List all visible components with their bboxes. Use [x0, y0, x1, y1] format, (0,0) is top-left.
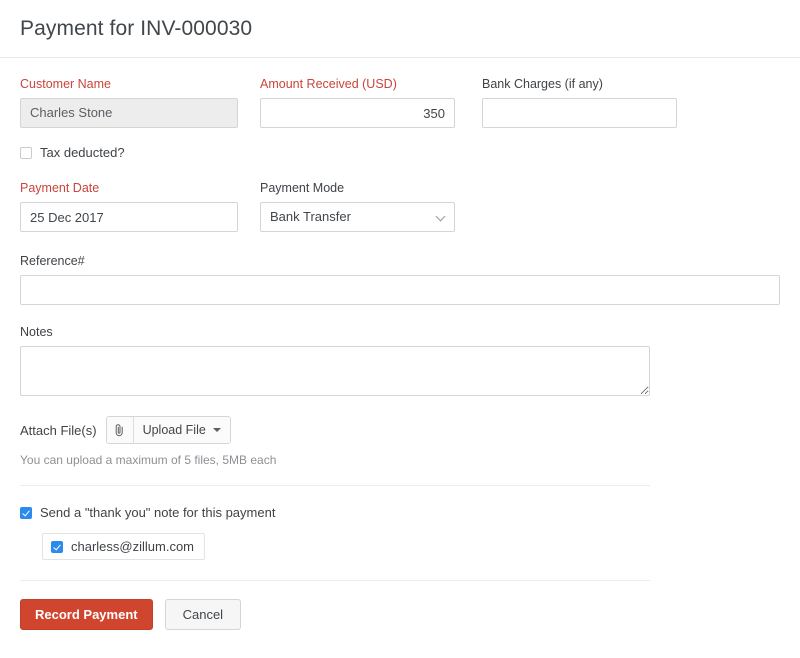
- tax-deducted-label: Tax deducted?: [40, 145, 125, 160]
- upload-button-group[interactable]: Upload File: [106, 416, 231, 444]
- thank-you-email-label: charless@zillum.com: [71, 539, 194, 554]
- amount-received-label: Amount Received (USD): [260, 76, 455, 92]
- attach-file-label: Attach File(s): [20, 423, 97, 438]
- field-amount-received: Amount Received (USD): [260, 76, 455, 128]
- notes-label: Notes: [20, 324, 780, 340]
- divider-above-thank-you: [20, 485, 650, 486]
- paperclip-icon[interactable]: [107, 417, 134, 443]
- form-row-payment: Payment Date Payment Mode Bank Transfer: [20, 180, 780, 232]
- notes-textarea[interactable]: [20, 346, 650, 396]
- thank-you-email-checkbox[interactable]: [51, 541, 63, 553]
- form-footer: Record Payment Cancel: [20, 599, 780, 630]
- field-notes: Notes: [20, 324, 780, 396]
- field-payment-mode: Payment Mode Bank Transfer: [260, 180, 455, 232]
- thank-you-checkbox[interactable]: [20, 507, 32, 519]
- caret-down-icon: [213, 428, 221, 432]
- thank-you-label: Send a "thank you" note for this payment: [40, 505, 275, 520]
- cancel-button[interactable]: Cancel: [165, 599, 241, 630]
- form-row-amounts: Customer Name Charles Stone Amount Recei…: [20, 76, 780, 128]
- payment-mode-label: Payment Mode: [260, 180, 455, 196]
- bank-charges-label: Bank Charges (if any): [482, 76, 677, 92]
- payment-form: Customer Name Charles Stone Amount Recei…: [0, 58, 800, 630]
- tax-deducted-row[interactable]: Tax deducted?: [20, 145, 780, 160]
- field-customer-name: Customer Name Charles Stone: [20, 76, 238, 128]
- reference-input[interactable]: [20, 275, 780, 305]
- field-bank-charges: Bank Charges (if any): [482, 76, 677, 128]
- customer-name-input[interactable]: Charles Stone: [20, 98, 238, 128]
- attach-file-row: Attach File(s) Upload File: [20, 416, 780, 444]
- payment-mode-select[interactable]: Bank Transfer: [260, 202, 455, 232]
- payment-date-input[interactable]: [20, 202, 238, 232]
- upload-file-button-label: Upload File: [143, 423, 206, 437]
- page-header: Payment for INV-000030: [0, 0, 800, 58]
- tax-deducted-checkbox[interactable]: [20, 147, 32, 159]
- thank-you-email-row[interactable]: charless@zillum.com: [42, 533, 205, 560]
- record-payment-button[interactable]: Record Payment: [20, 599, 153, 630]
- thank-you-row[interactable]: Send a "thank you" note for this payment: [20, 505, 780, 520]
- field-payment-date: Payment Date: [20, 180, 238, 232]
- upload-file-button[interactable]: Upload File: [134, 417, 230, 443]
- field-reference: Reference#: [20, 253, 780, 305]
- divider-above-footer: [20, 580, 650, 581]
- reference-label: Reference#: [20, 253, 780, 269]
- page-title: Payment for INV-000030: [20, 17, 252, 41]
- attach-file-helper-text: You can upload a maximum of 5 files, 5MB…: [20, 453, 780, 467]
- bank-charges-input[interactable]: [482, 98, 677, 128]
- payment-mode-value[interactable]: Bank Transfer: [260, 202, 455, 232]
- amount-received-input[interactable]: [260, 98, 455, 128]
- payment-date-label: Payment Date: [20, 180, 238, 196]
- customer-name-label: Customer Name: [20, 76, 238, 92]
- payment-form-page: Payment for INV-000030 Customer Name Cha…: [0, 0, 800, 658]
